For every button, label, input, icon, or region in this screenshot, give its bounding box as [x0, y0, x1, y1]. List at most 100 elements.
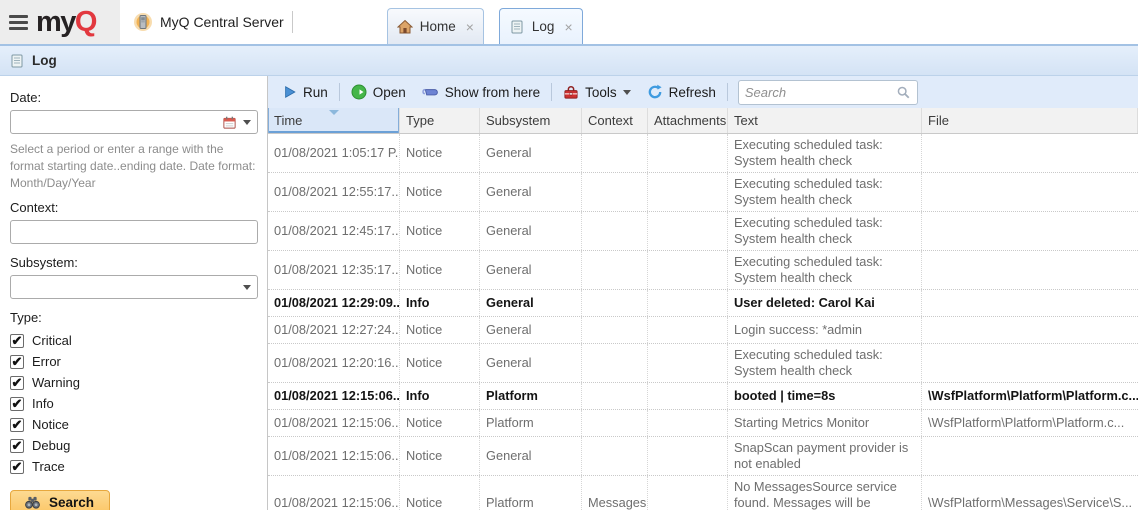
run-icon: [283, 85, 297, 99]
checkbox-checked-icon[interactable]: ✔: [10, 376, 24, 390]
type-option-warning[interactable]: ✔Warning: [10, 372, 257, 393]
server-area: MyQ Central Server: [133, 0, 284, 44]
cell-subsystem: General: [480, 134, 582, 172]
cell-type: Notice: [400, 437, 480, 475]
log-row[interactable]: 01/08/2021 12:29:09...InfoGeneralUser de…: [268, 290, 1138, 317]
log-row[interactable]: 01/08/2021 12:15:06...InfoPlatformbooted…: [268, 383, 1138, 410]
myq-logo: myQ: [36, 8, 96, 37]
search-button[interactable]: Search: [10, 490, 110, 510]
column-header-type[interactable]: Type: [400, 108, 480, 133]
checkbox-checked-icon[interactable]: ✔: [10, 460, 24, 474]
cell-text: Login success: *admin: [728, 317, 922, 343]
checkbox-checked-icon[interactable]: ✔: [10, 334, 24, 348]
cell-attachments: [648, 476, 728, 510]
log-row[interactable]: 01/08/2021 1:05:17 P...NoticeGeneralExec…: [268, 134, 1138, 173]
log-row[interactable]: 01/08/2021 12:55:17...NoticeGeneralExecu…: [268, 173, 1138, 212]
checkbox-checked-icon[interactable]: ✔: [10, 439, 24, 453]
cell-type: Notice: [400, 476, 480, 510]
cell-text: User deleted: Carol Kai: [728, 290, 922, 316]
chevron-down-icon[interactable]: [243, 285, 251, 290]
close-icon[interactable]: ×: [466, 20, 474, 34]
cell-subsystem: Platform: [480, 383, 582, 409]
type-option-notice[interactable]: ✔Notice: [10, 414, 257, 435]
date-picker[interactable]: [10, 110, 258, 134]
column-header-text[interactable]: Text: [728, 108, 922, 133]
log-icon: [9, 53, 25, 69]
checkbox-checked-icon[interactable]: ✔: [10, 418, 24, 432]
column-header-context[interactable]: Context: [582, 108, 648, 133]
cell-context: [582, 173, 648, 211]
log-row[interactable]: 01/08/2021 12:15:06...NoticePlatformStar…: [268, 410, 1138, 437]
date-help-text: Select a period or enter a range with th…: [10, 141, 257, 192]
tab-log[interactable]: Log ×: [499, 8, 583, 44]
chevron-down-icon[interactable]: [243, 120, 251, 125]
log-table-body: 01/08/2021 1:05:17 P...NoticeGeneralExec…: [268, 134, 1138, 510]
log-row[interactable]: 01/08/2021 12:15:06...NoticePlatformMess…: [268, 476, 1138, 510]
type-option-info[interactable]: ✔Info: [10, 393, 257, 414]
cell-subsystem: General: [480, 173, 582, 211]
subsystem-input[interactable]: [17, 280, 237, 295]
refresh-button[interactable]: Refresh: [639, 81, 724, 103]
cell-type: Notice: [400, 173, 480, 211]
cell-file: [922, 134, 1138, 172]
type-option-label: Debug: [32, 438, 70, 453]
cell-file: [922, 290, 1138, 316]
cell-type: Notice: [400, 212, 480, 250]
cell-type: Info: [400, 383, 480, 409]
search-icon[interactable]: [896, 85, 911, 100]
type-option-error[interactable]: ✔Error: [10, 351, 257, 372]
column-header-attachments[interactable]: Attachments: [648, 108, 728, 133]
log-row[interactable]: 01/08/2021 12:45:17...NoticeGeneralExecu…: [268, 212, 1138, 251]
run-button-label: Run: [303, 85, 328, 100]
checkbox-checked-icon[interactable]: ✔: [10, 355, 24, 369]
column-header-time[interactable]: Time: [268, 108, 400, 133]
cell-context: [582, 317, 648, 343]
type-option-debug[interactable]: ✔ Debug: [10, 435, 257, 456]
calendar-icon[interactable]: [222, 115, 237, 130]
log-search-input[interactable]: [745, 85, 896, 100]
cell-file: [922, 437, 1138, 475]
cell-attachments: [648, 317, 728, 343]
cell-text: Starting Metrics Monitor: [728, 410, 922, 436]
cell-file: \WsfPlatform\Messages\Service\S...: [922, 476, 1138, 510]
cell-text: SnapScan payment provider is not enabled: [728, 437, 922, 475]
context-label: Context:: [10, 200, 257, 215]
cell-subsystem: General: [480, 317, 582, 343]
show-from-here-button[interactable]: Show from here: [414, 82, 548, 103]
cell-time: 01/08/2021 12:15:06...: [268, 383, 400, 409]
cell-attachments: [648, 173, 728, 211]
tab-home[interactable]: Home ×: [387, 8, 484, 44]
cell-file: \WsfPlatform\Platform\Platform.c...: [922, 383, 1138, 409]
column-header-subsystem[interactable]: Subsystem: [480, 108, 582, 133]
top-header: myQ MyQ Central Server Home ×: [0, 0, 1138, 44]
header-divider: [292, 11, 293, 33]
tools-button[interactable]: Tools: [555, 82, 639, 103]
context-input[interactable]: [10, 220, 258, 244]
column-header-file[interactable]: File: [922, 108, 1138, 133]
column-label: Type: [406, 113, 434, 128]
cell-file: [922, 173, 1138, 211]
log-row[interactable]: 01/08/2021 12:20:16...NoticeGeneralExecu…: [268, 344, 1138, 383]
log-row[interactable]: 01/08/2021 12:15:06...NoticeGeneral SnapS…: [268, 437, 1138, 476]
cell-type: Notice: [400, 410, 480, 436]
hamburger-menu-icon[interactable]: [9, 15, 28, 30]
date-input[interactable]: [17, 115, 216, 130]
subsystem-select[interactable]: [10, 275, 258, 299]
log-search-box[interactable]: [738, 80, 918, 105]
type-filter-list: ✔Critical✔Error✔Warning✔Info✔Notice✔Debu…: [10, 330, 257, 477]
checkbox-checked-icon[interactable]: ✔: [10, 397, 24, 411]
cell-subsystem: General: [480, 344, 582, 382]
type-option-critical[interactable]: ✔ Critical: [10, 330, 257, 351]
log-row[interactable]: 01/08/2021 12:35:17...NoticeGeneralExecu…: [268, 251, 1138, 290]
open-button[interactable]: Open: [343, 81, 414, 103]
close-icon[interactable]: ×: [564, 20, 572, 34]
log-row[interactable]: 01/08/2021 12:27:24...NoticeGeneralLogin…: [268, 317, 1138, 344]
cell-file: [922, 344, 1138, 382]
cell-time: 01/08/2021 12:15:06...: [268, 437, 400, 475]
search-button-label: Search: [49, 495, 94, 510]
page-title: Log: [32, 53, 57, 68]
type-option-label: Critical: [32, 333, 72, 348]
cell-subsystem: General: [480, 437, 582, 475]
type-option-trace[interactable]: ✔Trace: [10, 456, 257, 477]
run-button[interactable]: Run: [275, 82, 336, 103]
